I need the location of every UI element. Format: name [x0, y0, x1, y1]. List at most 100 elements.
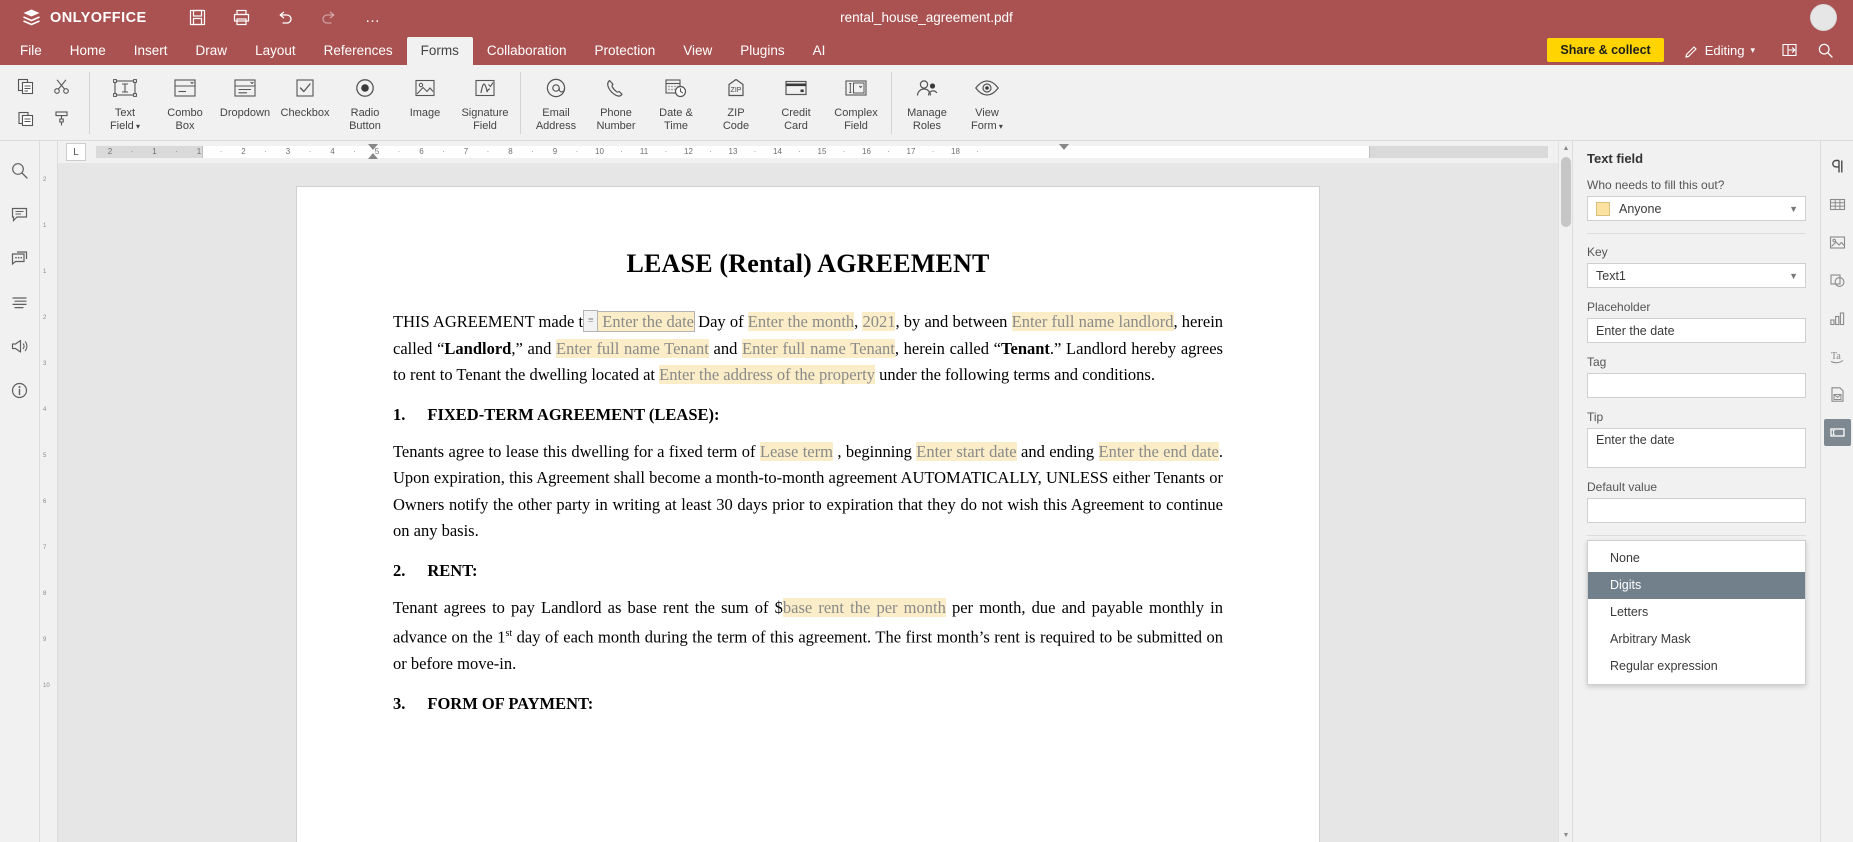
- landlord-term: Landlord: [444, 339, 511, 358]
- tag-input[interactable]: [1587, 373, 1806, 398]
- form-field-property-address[interactable]: Enter the address of the property: [659, 365, 875, 384]
- cut-button[interactable]: [46, 71, 76, 101]
- section-2-body: Tenant agrees to pay Landlord as base re…: [393, 595, 1223, 678]
- sidebar-item-chat[interactable]: [5, 243, 35, 273]
- form-field-start-date[interactable]: Enter start date: [916, 442, 1016, 461]
- document-page[interactable]: LEASE (Rental) AGREEMENT THIS AGREEMENT …: [297, 187, 1319, 842]
- editing-mode-selector[interactable]: Editing ▾: [1676, 39, 1763, 62]
- manage-roles-icon: [914, 74, 940, 104]
- form-field-base-rent[interactable]: base rent the per month: [783, 598, 946, 617]
- tab-stop-selector[interactable]: L: [66, 143, 86, 161]
- vertical-ruler[interactable]: 2112345678910: [40, 141, 58, 842]
- menu-item-plugins[interactable]: Plugins: [726, 37, 798, 65]
- scroll-down-button[interactable]: ▼: [1559, 828, 1573, 842]
- horizontal-ruler[interactable]: 2·1·1·2·3·4·5·6·7·8·9·10·11·12·13·14·15·…: [96, 144, 1548, 160]
- format-option-none[interactable]: None: [1588, 545, 1805, 572]
- menu-item-insert[interactable]: Insert: [120, 37, 182, 65]
- document-scrollbar[interactable]: ▲ ▼: [1558, 141, 1572, 842]
- format-option-regular-expression[interactable]: Regular expression: [1588, 653, 1805, 680]
- vruler-mark: 3: [43, 361, 46, 367]
- form-field-end-date[interactable]: Enter the end date: [1099, 442, 1219, 461]
- menu-item-file[interactable]: File: [6, 37, 56, 65]
- first-line-indent-marker[interactable]: [368, 144, 378, 150]
- menu-item-draw[interactable]: Draw: [182, 37, 242, 65]
- redo-button[interactable]: [307, 0, 351, 35]
- copy-button[interactable]: [10, 71, 40, 101]
- menu-item-home[interactable]: Home: [56, 37, 120, 65]
- ribbon-button-credit-card[interactable]: Credit Card: [766, 68, 826, 136]
- ribbon-button-image[interactable]: Image: [395, 68, 455, 136]
- ribbon-button-date-time[interactable]: Date & Time: [646, 68, 706, 136]
- menu-item-ai[interactable]: AI: [799, 37, 840, 65]
- ribbon-button-radio-button[interactable]: Radio Button: [335, 68, 395, 136]
- ribbon-button-manage-roles[interactable]: Manage Roles: [897, 68, 957, 136]
- copy-style-button[interactable]: [46, 103, 76, 133]
- intro-text-a: THIS AGREEMENT made th: [393, 312, 591, 331]
- form-field-tenant-name-2[interactable]: Enter full name Tenant: [742, 339, 895, 358]
- document-scroll-area[interactable]: LEASE (Rental) AGREEMENT THIS AGREEMENT …: [58, 163, 1558, 842]
- menu-item-collaboration[interactable]: Collaboration: [473, 37, 581, 65]
- format-option-arbitrary-mask[interactable]: Arbitrary Mask: [1588, 626, 1805, 653]
- sidebar-item-comments[interactable]: [5, 199, 35, 229]
- sidebar-item-table-settings[interactable]: [1824, 191, 1851, 218]
- ribbon-button-view-form[interactable]: View Form ▾: [957, 68, 1017, 136]
- avatar[interactable]: [1810, 4, 1837, 31]
- default-value-input[interactable]: [1587, 498, 1806, 523]
- sidebar-item-headings[interactable]: [5, 287, 35, 317]
- scrollbar-thumb[interactable]: [1561, 157, 1571, 227]
- menu-item-view[interactable]: View: [669, 37, 726, 65]
- tip-textarea[interactable]: Enter the date: [1587, 428, 1806, 468]
- ribbon-button-complex-field[interactable]: Complex Field: [826, 68, 886, 136]
- key-select[interactable]: Text1 ▼: [1587, 263, 1806, 288]
- menu-item-references[interactable]: References: [310, 37, 407, 65]
- placeholder-label: Placeholder: [1587, 300, 1806, 314]
- placeholder-input[interactable]: Enter the date: [1587, 318, 1806, 343]
- ribbon-button-text-field[interactable]: Text Field ▾: [95, 68, 155, 136]
- ribbon-button-phone-number[interactable]: Phone Number: [586, 68, 646, 136]
- paste-button[interactable]: [10, 103, 40, 133]
- sidebar-item-search[interactable]: [5, 155, 35, 185]
- ribbon-button-email-address[interactable]: Email Address: [526, 68, 586, 136]
- divider: [1587, 535, 1806, 536]
- format-option-digits[interactable]: Digits: [1588, 572, 1805, 599]
- menu-item-protection[interactable]: Protection: [580, 37, 669, 65]
- ribbon-button-signature-field[interactable]: Signature Field: [455, 68, 515, 136]
- sidebar-item-text-art-settings[interactable]: Ta: [1824, 343, 1851, 370]
- menu-item-layout[interactable]: Layout: [241, 37, 310, 65]
- sidebar-item-feedback[interactable]: [5, 331, 35, 361]
- format-option-letters[interactable]: Letters: [1588, 599, 1805, 626]
- ribbon-button-zip-code[interactable]: ZIPZIP Code: [706, 68, 766, 136]
- sidebar-item-mail-merge[interactable]: [1824, 381, 1851, 408]
- sidebar-item-image-settings[interactable]: [1824, 229, 1851, 256]
- scroll-up-button[interactable]: ▲: [1559, 141, 1573, 155]
- ruler-mark: 12: [684, 147, 693, 156]
- form-field-lease-term[interactable]: Lease term: [760, 442, 833, 461]
- sidebar-item-form-settings[interactable]: [1824, 419, 1851, 446]
- sidebar-item-shape-settings[interactable]: [1824, 267, 1851, 294]
- right-indent-marker[interactable]: [1059, 144, 1069, 150]
- ribbon-button-dropdown[interactable]: Dropdown: [215, 68, 275, 136]
- form-field-date[interactable]: ≡Enter the date: [591, 312, 694, 331]
- field-drag-handle[interactable]: ≡: [583, 310, 598, 332]
- search-button[interactable]: [1807, 37, 1843, 63]
- role-select[interactable]: Anyone ▼: [1587, 196, 1806, 221]
- share-and-collect-button[interactable]: Share & collect: [1547, 38, 1663, 62]
- form-field-month[interactable]: Enter the month: [748, 312, 854, 331]
- form-field-landlord-name[interactable]: Enter full name landlord: [1012, 312, 1174, 331]
- print-button[interactable]: [219, 0, 263, 35]
- undo-button[interactable]: [263, 0, 307, 35]
- form-field-year[interactable]: 2021: [862, 312, 895, 331]
- sidebar-item-paragraph-settings[interactable]: [1824, 153, 1851, 180]
- form-field-tenant-name-1[interactable]: Enter full name Tenant: [556, 339, 709, 358]
- more-options-button[interactable]: …: [351, 0, 395, 35]
- menu-bar-right: Share & collect Editing ▾: [1547, 37, 1853, 65]
- sidebar-item-chart-settings[interactable]: [1824, 305, 1851, 332]
- left-indent-marker[interactable]: [368, 153, 378, 159]
- format-dropdown-list[interactable]: NoneDigitsLettersArbitrary MaskRegular e…: [1587, 540, 1806, 685]
- open-file-location-button[interactable]: [1771, 37, 1807, 63]
- ribbon-button-checkbox[interactable]: Checkbox: [275, 68, 335, 136]
- menu-item-forms[interactable]: Forms: [407, 37, 473, 65]
- save-button[interactable]: [175, 0, 219, 35]
- sidebar-item-about[interactable]: [5, 375, 35, 405]
- ribbon-button-combo-box[interactable]: Combo Box: [155, 68, 215, 136]
